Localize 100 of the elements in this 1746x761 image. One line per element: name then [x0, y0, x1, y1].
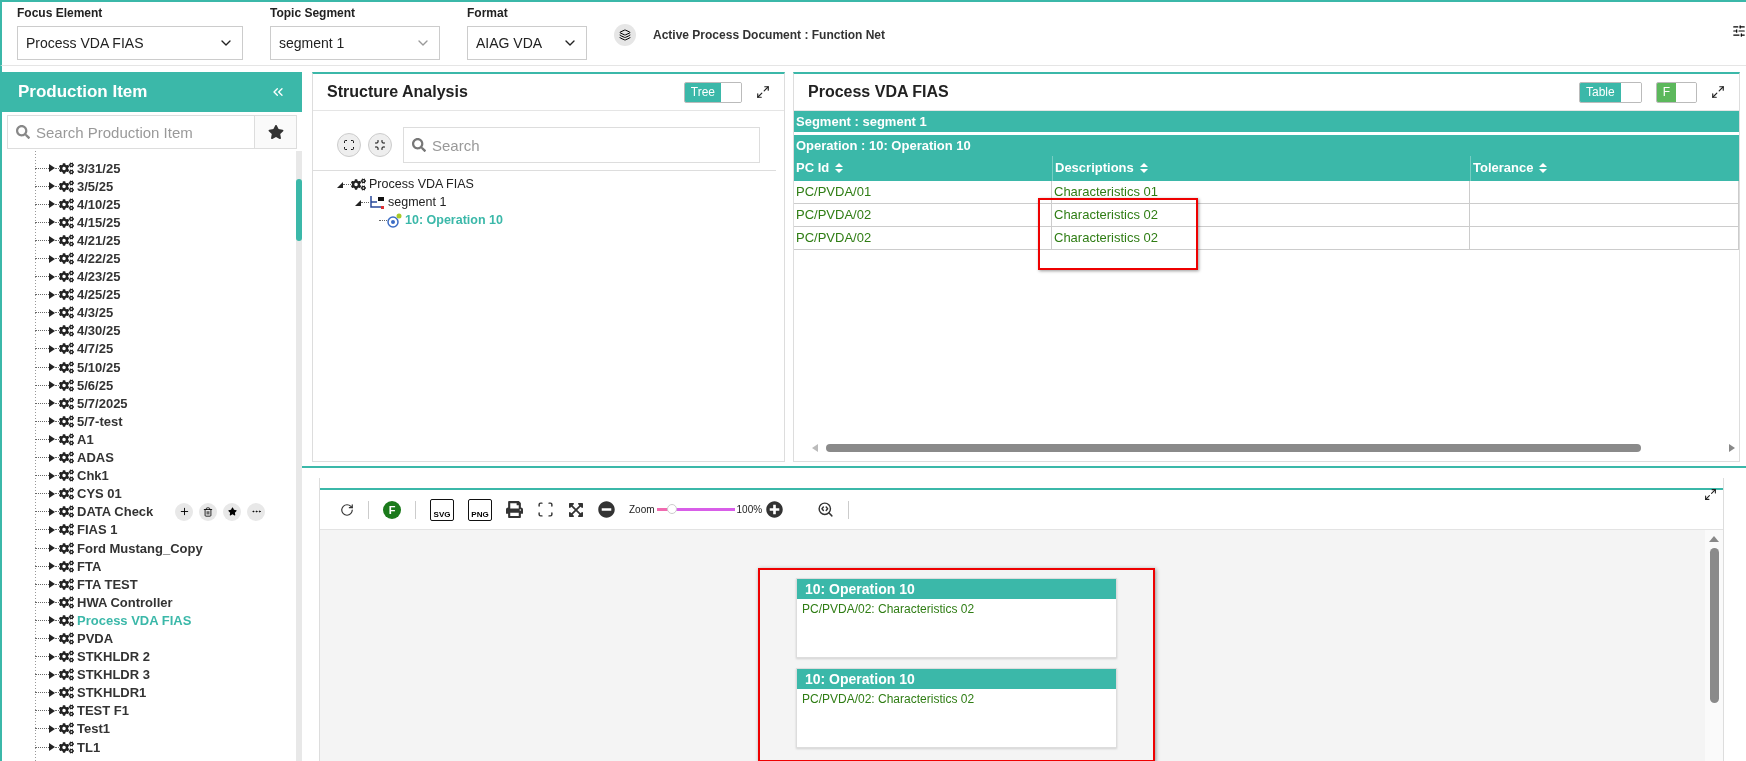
production-item[interactable]: STKHLDR1 [77, 685, 147, 701]
panel-title: Structure Analysis [327, 83, 469, 101]
print-button[interactable] [506, 501, 523, 518]
production-item[interactable]: Ford Mustang_Copy [77, 540, 203, 556]
search-icon [16, 125, 30, 139]
production-item[interactable]: STKHLDR 2 [77, 649, 150, 665]
dropdown-field[interactable]: AIAG VDA [467, 26, 587, 60]
operation-card[interactable]: 10: Operation 10 PC/PVDA/02: Characteristics 02 [796, 668, 1117, 748]
expand-button[interactable] [756, 85, 770, 99]
production-item[interactable]: FIAS 1 [77, 522, 118, 538]
expand-arrows-icon [568, 501, 584, 518]
dropdown-field[interactable]: segment 1 [270, 26, 440, 60]
fullscreen-button[interactable] [537, 501, 554, 518]
production-item[interactable]: 5/6/25 [77, 377, 114, 393]
delete-button[interactable] [199, 502, 218, 521]
zoom-in-button[interactable] [766, 501, 784, 518]
production-item[interactable]: 4/7/25 [77, 341, 114, 357]
favorites-button[interactable] [255, 115, 297, 149]
caret-icon[interactable] [49, 743, 55, 752]
refresh-button[interactable] [340, 502, 354, 517]
production-item[interactable]: 3/31/25 [77, 160, 121, 176]
caret-icon[interactable] [49, 544, 55, 552]
scrollbar[interactable] [296, 151, 302, 761]
caret-icon[interactable] [355, 198, 361, 206]
scrollbar[interactable] [1705, 530, 1723, 761]
gears-icon [59, 377, 74, 393]
production-item[interactable]: 4/3/25 [77, 305, 114, 321]
production-item[interactable]: 5/7/2025 [77, 395, 128, 411]
dropdown-field[interactable]: Process VDA FIAS [17, 26, 243, 60]
gears-icon [59, 413, 74, 429]
add-button[interactable] [175, 502, 194, 521]
zoom-out-button[interactable] [598, 501, 615, 518]
production-item[interactable]: 4/10/25 [77, 196, 121, 212]
production-item[interactable]: 3/5/25 [77, 178, 114, 194]
expand-all-button[interactable] [337, 133, 361, 157]
sliders-icon [1732, 24, 1746, 38]
production-item[interactable]: TL1 [77, 739, 101, 755]
production-item[interactable]: Test1 [77, 721, 110, 737]
star-icon [227, 507, 237, 517]
function-button[interactable]: F [383, 500, 401, 519]
collapse-all-button[interactable] [368, 133, 392, 157]
filter-label: Topic Segment [270, 6, 357, 20]
favorite-button[interactable] [223, 502, 242, 521]
gears-icon [59, 232, 74, 248]
production-item[interactable]: PVDA [77, 631, 114, 646]
gears-icon [59, 576, 74, 592]
settings-button[interactable] [1732, 24, 1746, 38]
production-item[interactable]: 5/7-test [77, 413, 123, 429]
plus-icon [178, 506, 190, 518]
table-cell: PC/PVDA/02 [794, 227, 1052, 250]
search-placeholder: Search [432, 136, 480, 154]
gears-icon [59, 667, 74, 683]
sort-icon [835, 162, 844, 173]
production-item[interactable]: 4/21/25 [77, 232, 121, 248]
production-item[interactable]: STKHLDR 3 [77, 667, 150, 683]
layers-button[interactable] [614, 24, 636, 46]
gears-icon [59, 196, 74, 212]
production-item[interactable]: 4/30/25 [77, 323, 121, 339]
table-cell: Characteristics 02 [1052, 227, 1470, 250]
corners-icon [537, 501, 554, 518]
fit-button[interactable] [568, 501, 584, 518]
gears-icon [59, 160, 74, 176]
search-icon [412, 138, 426, 152]
operation-card[interactable]: 10: Operation 10 PC/PVDA/02: Characteristics 02 [796, 578, 1117, 658]
production-item[interactable]: 4/25/25 [77, 287, 121, 303]
production-item[interactable]: TEST F1 [77, 703, 129, 719]
production-item[interactable]: 4/22/25 [77, 251, 121, 266]
export-button[interactable]: PNG [468, 498, 492, 521]
caret-icon[interactable] [337, 180, 343, 188]
table-cell: PC/PVDA/02 [794, 204, 1052, 227]
trash-icon [203, 506, 214, 517]
gears-icon [59, 631, 74, 646]
tree-node[interactable]: segment 1 [388, 195, 447, 209]
minimize-icon [374, 139, 386, 151]
segment-icon [369, 195, 385, 209]
scroll-right-icon[interactable] [1729, 444, 1735, 452]
production-item[interactable]: Chk1 [77, 468, 109, 484]
production-item[interactable]: CYS 01 [77, 486, 122, 502]
gears-icon [59, 178, 74, 194]
production-item[interactable]: DATA Check [77, 504, 154, 520]
production-item[interactable]: A1 [77, 431, 94, 447]
production-item[interactable]: 5/10/25 [77, 359, 121, 375]
card-title: 10: Operation 10 [797, 669, 1116, 689]
production-item[interactable]: 4/15/25 [77, 214, 121, 230]
active-document-label: Active Process Document : Function Net [653, 28, 886, 42]
export-button[interactable]: SVG [430, 498, 454, 521]
tree-node[interactable]: Process VDA FIAS [369, 177, 474, 191]
expand-button[interactable] [1704, 488, 1717, 501]
sort-icon [1139, 162, 1148, 173]
production-item[interactable]: ADAS [77, 450, 114, 466]
production-item[interactable]: HWA Controller [77, 594, 173, 610]
production-item[interactable]: FTA TEST [77, 576, 138, 592]
gears-icon [59, 287, 74, 303]
expand-button[interactable] [1711, 85, 1725, 99]
scroll-up-icon[interactable] [1709, 536, 1719, 542]
search-settings-button[interactable] [817, 501, 835, 518]
production-item[interactable]: FTA [77, 558, 102, 574]
gears-icon [59, 558, 74, 574]
production-item[interactable]: 4/23/25 [77, 269, 121, 285]
caret-icon[interactable] [49, 345, 55, 353]
